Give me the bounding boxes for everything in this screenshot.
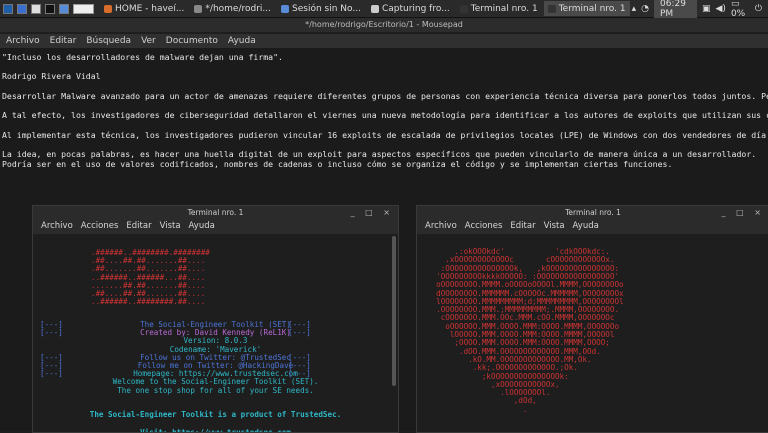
workspace-icon[interactable] bbox=[16, 3, 27, 14]
editor-menu-item[interactable]: Editar bbox=[50, 36, 77, 46]
terminal-window-left: Terminal nro. 1 _ □ × Archivo Acciones Edit… bbox=[32, 205, 399, 433]
network-icon[interactable]: ▴ bbox=[632, 4, 637, 14]
task-label: Sesión sin No... bbox=[292, 3, 361, 14]
terminal-title: Terminal nro. 1 _ □ × bbox=[33, 206, 398, 219]
editor-line: Rodrigo Rivera Vidal bbox=[2, 71, 101, 82]
terminal-menu-item[interactable]: Vista bbox=[544, 221, 565, 231]
volume-icon[interactable]: ◀) bbox=[716, 4, 726, 14]
set-visit-line: Visit: https://www.trustedsec.com bbox=[33, 428, 398, 432]
task-app-icon bbox=[103, 4, 112, 13]
editor-menu-item[interactable]: Búsqueda bbox=[86, 36, 131, 46]
editor-line: Al implementar esta técnica, los investi… bbox=[2, 129, 768, 140]
editor-line: Desarrollar Malware avanzado para un act… bbox=[2, 90, 768, 101]
notifications-icon[interactable]: ◔ bbox=[641, 4, 649, 14]
set-info-line: The one stop shop for all of your SE nee… bbox=[117, 385, 314, 395]
terminal-scrollbar[interactable] bbox=[392, 236, 396, 386]
ascii-art-line: . bbox=[427, 404, 528, 414]
workspace-switcher-icon[interactable] bbox=[72, 3, 94, 14]
terminal-title-text: Terminal nro. 1 bbox=[187, 208, 244, 217]
editor-menu-item[interactable]: Ver bbox=[141, 36, 156, 46]
task-list: HOME - haveí... */home/rodri... Sesión sin… bbox=[100, 1, 632, 16]
taskbar-task[interactable]: */home/rodri... bbox=[190, 1, 275, 16]
clock[interactable]: 06:29 PM bbox=[654, 0, 697, 20]
set-banner-line: ..######..########.##.... bbox=[91, 297, 206, 307]
battery-percent: 0% bbox=[730, 8, 746, 19]
power-icon[interactable]: ⏻ bbox=[755, 4, 762, 14]
task-app-icon bbox=[459, 4, 468, 13]
file-manager-icon[interactable] bbox=[30, 3, 41, 14]
terminal-window-right: Terminal nro. 1 _ □ × Archivo Acciones Edit… bbox=[416, 205, 768, 433]
terminal-menu-item[interactable]: Editar bbox=[126, 221, 151, 231]
taskbar: HOME - haveí... */home/rodri... Sesión sin… bbox=[0, 0, 768, 20]
terminal-icon[interactable] bbox=[44, 3, 55, 14]
task-label: Terminal nro. 1 bbox=[470, 3, 538, 14]
battery-indicator[interactable]: ▭ 0% bbox=[731, 0, 750, 19]
editor-menu-item[interactable]: Archivo bbox=[6, 36, 40, 46]
terminal-menu-item[interactable]: Archivo bbox=[425, 221, 457, 231]
task-label: Terminal nro. 1 bbox=[558, 3, 626, 14]
terminal-menu-item[interactable]: Editar bbox=[510, 221, 535, 231]
terminal-menu-item[interactable]: Acciones bbox=[81, 221, 119, 231]
terminal-menubar: Archivo Acciones Editar Vista Ayuda bbox=[33, 219, 398, 233]
editor-line: Podría ser en el uso de valores codifica… bbox=[2, 158, 673, 169]
terminal-menubar: Archivo Acciones Editar Vista Ayuda bbox=[417, 219, 768, 233]
taskbar-task[interactable]: Sesión sin No... bbox=[277, 1, 365, 16]
task-label: */home/rodri... bbox=[205, 3, 272, 14]
window-controls[interactable]: _ □ × bbox=[351, 206, 394, 219]
task-app-icon bbox=[281, 4, 290, 13]
app-menu-icon[interactable] bbox=[3, 3, 13, 14]
editor-titlebar: */home/rodrigo/Escritorio/1 - Mousepad bbox=[0, 18, 768, 32]
taskbar-task[interactable]: HOME - haveí... bbox=[100, 1, 188, 16]
editor-menubar: Archivo Editar Búsqueda Ver Documento Ayuda bbox=[0, 34, 768, 48]
task-app-icon bbox=[194, 4, 203, 13]
taskbar-task[interactable]: Terminal nro. 1 bbox=[456, 1, 542, 16]
window-controls[interactable]: _ □ × bbox=[722, 206, 765, 219]
editor-line: La idea, en pocas palabras, es hacer una… bbox=[2, 149, 757, 159]
terminal-menu-item[interactable]: Ayuda bbox=[189, 221, 215, 231]
editor-menu-item[interactable]: Ayuda bbox=[228, 36, 256, 46]
terminal-menu-item[interactable]: Ayuda bbox=[573, 221, 599, 231]
browser-icon[interactable] bbox=[58, 3, 69, 14]
taskbar-task[interactable]: Capturing fro... bbox=[367, 1, 454, 16]
terminal-menu-item[interactable]: Acciones bbox=[465, 221, 503, 231]
editor-line: "Incluso los desarrolladores de malware … bbox=[2, 52, 283, 62]
terminal-output[interactable]: .:okOOOkdc' 'cdkOOOkdc:. .xOOOOOOOOOOOOc… bbox=[417, 234, 768, 432]
editor-line: A tal efecto, los investigadores de cibe… bbox=[2, 110, 768, 121]
editor-menu-item[interactable]: Documento bbox=[166, 36, 218, 46]
terminal-menu-item[interactable]: Vista bbox=[160, 221, 181, 231]
task-label: HOME - haveí... bbox=[114, 3, 185, 14]
terminal-title: Terminal nro. 1 _ □ × bbox=[417, 206, 768, 219]
task-label: Capturing fro... bbox=[381, 3, 450, 14]
terminal-title-text: Terminal nro. 1 bbox=[565, 208, 621, 217]
terminal-output[interactable]: .######..########.######## .##....##.##..… bbox=[33, 234, 398, 432]
terminal-menu-item[interactable]: Archivo bbox=[41, 221, 73, 231]
taskbar-task[interactable]: Terminal nro. 1 bbox=[543, 1, 630, 16]
task-app-icon bbox=[547, 4, 556, 13]
task-app-icon bbox=[370, 4, 379, 13]
set-product-line: The Social-Engineer Toolkit is a product… bbox=[89, 410, 342, 419]
lock-icon[interactable]: ▣ bbox=[702, 4, 711, 14]
